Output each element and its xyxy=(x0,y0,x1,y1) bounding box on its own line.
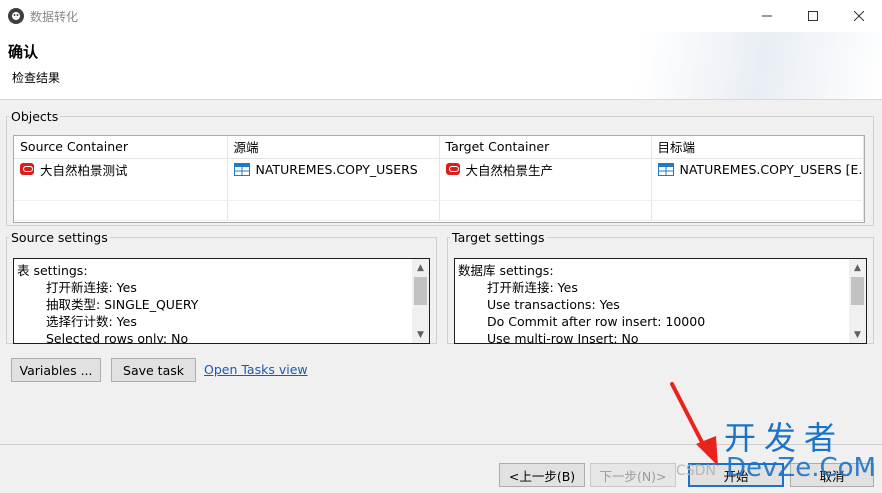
site-watermark-url: DevZe.CoM xyxy=(726,453,876,483)
table-row[interactable] xyxy=(14,200,864,221)
settings-line: 打开新连接: Yes xyxy=(46,280,137,295)
column-header-target[interactable]: 目标端 xyxy=(651,136,864,159)
scroll-up-icon[interactable]: ▲ xyxy=(849,259,866,276)
target-settings-text[interactable]: 数据库 settings: 打开新连接: Yes Use transaction… xyxy=(454,258,867,344)
source-cell: NATUREMES.COPY_USERS xyxy=(255,161,418,177)
oracle-database-icon xyxy=(445,163,460,176)
target-settings-scrollbar[interactable]: ▲ ▼ xyxy=(849,259,866,343)
settings-line: Use transactions: Yes xyxy=(487,297,620,312)
page-title: 确认 xyxy=(8,43,39,61)
maximize-button[interactable] xyxy=(790,0,836,32)
back-button[interactable]: <上一步(B) xyxy=(499,463,585,487)
column-header-target-container[interactable]: Target Container xyxy=(439,136,652,159)
source-container-cell: 大自然柏景测试 xyxy=(40,162,128,178)
csdn-watermark: CSDN xyxy=(676,463,716,479)
site-watermark-title: 开发者 xyxy=(724,419,845,457)
settings-line: 数据库 settings: xyxy=(458,263,554,278)
settings-line: Do Commit after row insert: 10000 xyxy=(487,314,706,329)
save-task-button[interactable]: Save task xyxy=(111,358,196,382)
settings-line: 打开新连接: Yes xyxy=(487,280,578,295)
column-header-source-container[interactable]: Source Container xyxy=(14,136,228,159)
settings-line: Selected rows only: No xyxy=(46,331,189,344)
source-settings-group: Source settings 表 settings: 打开新连接: Yes 抽… xyxy=(6,230,437,344)
table-icon xyxy=(233,162,250,176)
table-row[interactable]: 大自然柏景测试 NATUREMES.COPY_USERS 大自然柏景生产 NAT… xyxy=(14,158,864,180)
wizard-header: 确认 检查结果 xyxy=(0,32,882,100)
target-settings-legend: Target settings xyxy=(452,230,545,245)
source-settings-text[interactable]: 表 settings: 打开新连接: Yes 抽取类型: SINGLE_QUER… xyxy=(13,258,430,344)
scroll-up-icon[interactable]: ▲ xyxy=(412,259,429,276)
column-header-source[interactable]: 源端 xyxy=(227,136,440,159)
settings-line: Use multi-row Insert: No xyxy=(487,331,639,344)
scrollbar-thumb[interactable] xyxy=(414,277,427,305)
target-container-cell: 大自然柏景生产 xyxy=(465,162,554,178)
objects-table[interactable]: Source Container 源端 Target Container 目标端… xyxy=(13,135,865,223)
objects-group: Objects Source Container 源端 Target Conta… xyxy=(6,109,874,226)
close-icon xyxy=(854,11,864,21)
red-arrow-icon xyxy=(670,382,718,466)
variables-button[interactable]: Variables ... xyxy=(11,358,101,382)
minimize-icon xyxy=(762,15,772,17)
table-icon xyxy=(657,162,674,176)
scrollbar-thumb[interactable] xyxy=(851,277,864,305)
page-subtitle: 检查结果 xyxy=(12,71,61,85)
source-settings-legend: Source settings xyxy=(11,230,108,245)
oracle-database-icon xyxy=(20,163,34,176)
settings-line: 表 settings: xyxy=(17,263,88,278)
dbeaver-beaver-icon xyxy=(8,8,24,24)
close-button[interactable] xyxy=(836,0,882,32)
minimize-button[interactable] xyxy=(744,0,790,32)
open-tasks-view-link[interactable]: Open Tasks view xyxy=(204,362,308,377)
objects-legend: Objects xyxy=(11,109,59,124)
next-button[interactable]: 下一步(N)> xyxy=(590,463,676,487)
maximize-icon xyxy=(808,11,818,21)
window-title: 数据转化 xyxy=(30,9,79,24)
target-settings-group: Target settings 数据库 settings: 打开新连接: Yes… xyxy=(447,230,874,344)
source-settings-scrollbar[interactable]: ▲ ▼ xyxy=(412,259,429,343)
settings-line: 抽取类型: SINGLE_QUERY xyxy=(46,297,199,312)
table-row[interactable] xyxy=(14,180,864,201)
target-cell: NATUREMES.COPY_USERS [E... xyxy=(679,161,864,177)
scroll-down-icon[interactable]: ▼ xyxy=(412,326,429,343)
title-bar: 数据转化 xyxy=(0,0,882,32)
scroll-down-icon[interactable]: ▼ xyxy=(849,326,866,343)
settings-line: 选择行计数: Yes xyxy=(46,314,137,329)
